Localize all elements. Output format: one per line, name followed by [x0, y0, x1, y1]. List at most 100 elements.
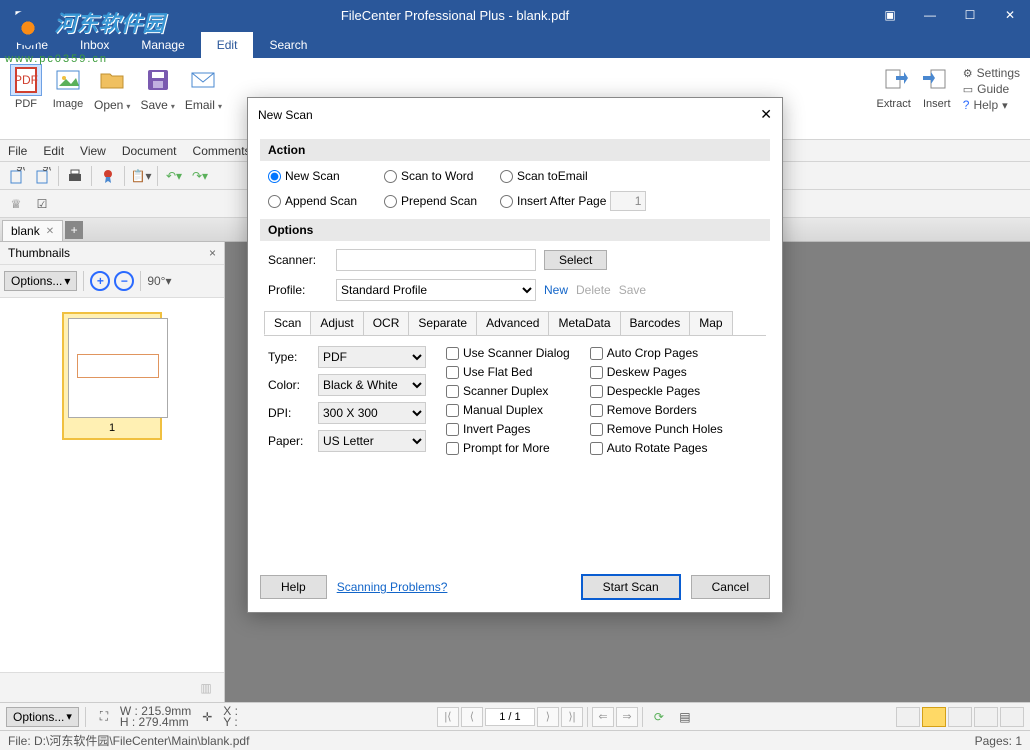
view-facing-cont-icon[interactable] — [974, 707, 998, 727]
minimize-button[interactable]: — — [910, 0, 950, 30]
rotate-thumb-icon[interactable]: 90°▾ — [147, 269, 171, 293]
cancel-button[interactable]: Cancel — [691, 575, 770, 599]
tab-search[interactable]: Search — [253, 32, 323, 58]
check-deskew[interactable]: Deskew Pages — [590, 365, 723, 379]
zoom-out-icon[interactable]: − — [114, 271, 134, 291]
check-use-flat-bed[interactable]: Use Flat Bed — [446, 365, 570, 379]
profile-new-link[interactable]: New — [544, 283, 568, 297]
rotate-left-icon[interactable]: 90° — [4, 164, 28, 188]
help-button[interactable]: Help — [260, 575, 327, 599]
tab-manage[interactable]: Manage — [125, 32, 200, 58]
maximize-button[interactable]: ☐ — [950, 0, 990, 30]
tab-scan[interactable]: Scan — [264, 311, 311, 335]
redo-icon[interactable]: ↷▾ — [188, 164, 212, 188]
scanning-problems-link[interactable]: Scanning Problems? — [337, 580, 448, 594]
thumbnail-page-1[interactable]: 1 — [62, 312, 162, 440]
tab-metadata[interactable]: MetaData — [548, 311, 620, 335]
menu-view[interactable]: View — [80, 144, 106, 158]
start-scan-button[interactable]: Start Scan — [581, 574, 681, 600]
thumbnails-options-button[interactable]: Options... ▾ — [4, 271, 77, 291]
check-despeckle[interactable]: Despeckle Pages — [590, 384, 723, 398]
tab-barcodes[interactable]: Barcodes — [620, 311, 691, 335]
viewer-options-button[interactable]: Options... ▾ — [6, 707, 79, 727]
radio-prepend-scan[interactable]: Prepend Scan — [384, 194, 496, 208]
pages-stack-icon[interactable]: ▥ — [194, 676, 218, 700]
zoom-in-icon[interactable]: + — [90, 271, 110, 291]
tab-ocr[interactable]: OCR — [363, 311, 410, 335]
close-button[interactable]: ✕ — [990, 0, 1030, 30]
nav-forward-icon[interactable]: ⇒ — [616, 707, 638, 727]
view-facing-icon[interactable] — [948, 707, 972, 727]
ribbon-insert-button[interactable]: Insert — [917, 62, 957, 112]
tab-map[interactable]: Map — [689, 311, 732, 335]
tab-home[interactable]: Home — [0, 32, 64, 58]
check-use-scanner-dialog[interactable]: Use Scanner Dialog — [446, 346, 570, 360]
type-select[interactable]: PDF — [318, 346, 426, 368]
nav-back-icon[interactable]: ⇐ — [592, 707, 614, 727]
radio-scan-to-email[interactable]: Scan toEmail — [500, 169, 612, 183]
menu-file[interactable]: File — [8, 144, 27, 158]
tab-inbox[interactable]: Inbox — [64, 32, 125, 58]
ribbon-extract-button[interactable]: Extract — [873, 62, 915, 112]
profile-label: Profile: — [268, 283, 328, 297]
menu-document[interactable]: Document — [122, 144, 177, 158]
ribbon-toggle-icon[interactable]: ▣ — [870, 0, 910, 30]
ribbon-pdf-button[interactable]: PDF PDF — [6, 62, 46, 112]
color-select[interactable]: Black & White — [318, 374, 426, 396]
nav-last-icon[interactable]: ⟩| — [561, 707, 583, 727]
export-icon[interactable]: ▤ — [673, 705, 697, 729]
tab-advanced[interactable]: Advanced — [476, 311, 549, 335]
doctab-add-button[interactable]: + — [65, 221, 83, 239]
check-remove-borders[interactable]: Remove Borders — [590, 403, 723, 417]
crown-icon[interactable]: ♕ — [4, 192, 28, 216]
ribbon-email-button[interactable]: Email ▾ — [181, 62, 226, 114]
view-continuous-icon[interactable] — [922, 707, 946, 727]
dpi-select[interactable]: 300 X 300 — [318, 402, 426, 424]
undo-icon[interactable]: ↶▾ — [162, 164, 186, 188]
menu-comments[interactable]: Comments — [193, 144, 251, 158]
radio-scan-to-word[interactable]: Scan to Word — [384, 169, 496, 183]
nav-prev-icon[interactable]: ⟨ — [461, 707, 483, 727]
tab-edit[interactable]: Edit — [201, 32, 254, 58]
insert-page-number-input[interactable] — [610, 191, 646, 211]
guide-link[interactable]: ▭ Guide — [963, 82, 1020, 96]
print-icon[interactable] — [63, 164, 87, 188]
profile-delete-link: Delete — [576, 283, 611, 297]
profile-select[interactable]: Standard Profile — [336, 279, 536, 301]
page-number-input[interactable] — [485, 708, 535, 726]
check-auto-crop[interactable]: Auto Crop Pages — [590, 346, 723, 360]
radio-append-scan[interactable]: Append Scan — [268, 194, 380, 208]
thumbnails-close-icon[interactable]: × — [209, 246, 216, 260]
rotate-right-icon[interactable]: 90° — [30, 164, 54, 188]
check-scanner-duplex[interactable]: Scanner Duplex — [446, 384, 570, 398]
view-single-icon[interactable] — [896, 707, 920, 727]
select-scanner-button[interactable]: Select — [544, 250, 607, 270]
doctab-blank[interactable]: blank ✕ — [2, 220, 63, 241]
nav-first-icon[interactable]: |⟨ — [437, 707, 459, 727]
check-remove-punch[interactable]: Remove Punch Holes — [590, 422, 723, 436]
doctab-close-icon[interactable]: ✕ — [46, 226, 54, 237]
tab-adjust[interactable]: Adjust — [310, 311, 363, 335]
ribbon-save-button[interactable]: Save ▾ — [136, 62, 178, 114]
help-link[interactable]: ? Help ▾ — [963, 98, 1020, 112]
check-auto-rotate[interactable]: Auto Rotate Pages — [590, 441, 723, 455]
certificate-icon[interactable] — [96, 164, 120, 188]
view-book-icon[interactable] — [1000, 707, 1024, 727]
ribbon-image-button[interactable]: Image — [48, 62, 88, 112]
check-prompt-for-more[interactable]: Prompt for More — [446, 441, 570, 455]
tab-separate[interactable]: Separate — [408, 311, 477, 335]
dialog-close-icon[interactable]: ✕ — [760, 106, 772, 123]
paste-icon[interactable]: 📋▾ — [129, 164, 153, 188]
checklist-icon[interactable]: ☑ — [30, 192, 54, 216]
radio-new-scan[interactable]: New Scan — [268, 169, 380, 183]
radio-insert-after-page[interactable]: Insert After Page — [500, 194, 606, 208]
check-invert-pages[interactable]: Invert Pages — [446, 422, 570, 436]
scanner-input[interactable] — [336, 249, 536, 271]
nav-next-icon[interactable]: ⟩ — [537, 707, 559, 727]
refresh-icon[interactable]: ⟳ — [647, 705, 671, 729]
paper-select[interactable]: US Letter — [318, 430, 426, 452]
menu-edit[interactable]: Edit — [43, 144, 64, 158]
check-manual-duplex[interactable]: Manual Duplex — [446, 403, 570, 417]
settings-link[interactable]: ⚙ Settings — [963, 66, 1020, 80]
ribbon-open-button[interactable]: Open ▾ — [90, 62, 134, 114]
